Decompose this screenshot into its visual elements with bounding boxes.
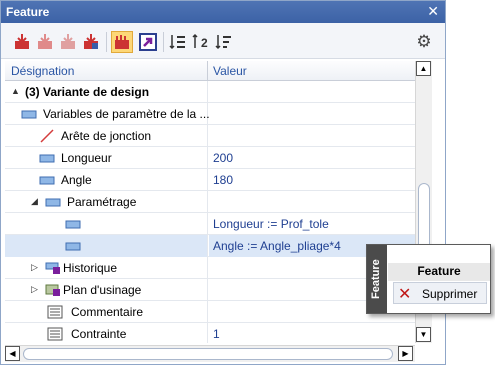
row-label: (3) Variante de design	[25, 85, 150, 99]
row-label: Paramétrage	[67, 195, 137, 209]
grid-row-arete[interactable]: Arête de jonction	[5, 125, 417, 147]
parameter-icon	[45, 198, 61, 207]
row-value[interactable]: 200	[213, 151, 233, 165]
grid-header: Désignation Valeur	[5, 61, 417, 81]
machining-plan-icon	[45, 284, 60, 296]
parameter-icon	[39, 176, 55, 185]
arrow-link-icon[interactable]	[137, 31, 159, 53]
settings-gear-icon[interactable]: ⚙	[413, 31, 435, 53]
parameter-icon	[39, 154, 55, 163]
expand-arrow-icon[interactable]: ▷	[31, 262, 41, 272]
grid-row-formula-longueur[interactable]: Longueur := Prof_tole	[5, 213, 417, 235]
feature-tool-1-icon[interactable]	[11, 31, 33, 53]
expand-arrow-icon[interactable]: ▷	[31, 284, 41, 294]
row-label: Commentaire	[71, 305, 144, 319]
scroll-right-button[interactable]: ▶	[398, 346, 413, 361]
sort-list-icon[interactable]	[213, 31, 235, 53]
close-icon[interactable]: ✕	[427, 3, 439, 20]
delete-x-icon: ✕	[398, 286, 412, 303]
grid-row-angle[interactable]: Angle 180	[5, 169, 417, 191]
horizontal-scrollbar[interactable]: ◀ ▶	[5, 345, 415, 362]
scroll-down-button[interactable]: ▼	[416, 327, 431, 342]
row-value[interactable]: Angle := Angle_pliage*4	[213, 239, 341, 253]
parameter-icon	[21, 110, 37, 119]
grid-row-variante[interactable]: ▲ (3) Variante de design	[5, 81, 417, 103]
column-header-designation[interactable]: Désignation	[11, 64, 74, 78]
grid-row-contrainte[interactable]: Contrainte 1	[5, 323, 417, 343]
horizontal-scroll-thumb[interactable]	[23, 348, 393, 360]
grid-row-formula-angle[interactable]: Angle := Angle_pliage*4	[5, 235, 417, 257]
toolbar: 2 ⚙	[1, 23, 445, 59]
constraint-icon	[47, 327, 63, 341]
sort-descending-icon[interactable]: 2	[190, 31, 212, 53]
row-label: Arête de jonction	[61, 129, 152, 143]
parameter-icon	[65, 220, 81, 229]
grid-row-variables[interactable]: Variables de paramètre de la ...	[5, 103, 417, 125]
popup-header: Feature	[388, 263, 490, 281]
popup-side-label: Feature	[367, 245, 387, 313]
column-header-valeur[interactable]: Valeur	[213, 64, 247, 78]
row-value[interactable]: 180	[213, 173, 233, 187]
sort-ascending-icon[interactable]	[167, 31, 189, 53]
expand-arrow-icon[interactable]: ▲	[11, 86, 21, 96]
row-label: Plan d'usinage	[63, 283, 142, 297]
grid-row-plan-usinage[interactable]: ▷ Plan d'usinage	[5, 279, 417, 301]
toolbar-separator	[163, 32, 164, 52]
delete-button[interactable]: ✕ Supprimer	[393, 282, 487, 304]
parameter-icon	[65, 242, 81, 251]
feature-active-tool-icon[interactable]	[111, 31, 133, 53]
panel-title: Feature	[6, 5, 50, 19]
row-label: Contrainte	[71, 327, 127, 341]
svg-text:2: 2	[201, 36, 208, 50]
feature-tool-4-icon[interactable]	[80, 31, 102, 53]
row-value[interactable]: Longueur := Prof_tole	[213, 217, 329, 231]
history-icon	[45, 262, 60, 274]
feature-tool-2-icon[interactable]	[34, 31, 56, 53]
row-label: Historique	[63, 261, 118, 275]
row-label: Variables de paramètre de la ...	[43, 107, 210, 121]
scroll-left-button[interactable]: ◀	[5, 346, 20, 361]
property-grid: Désignation Valeur ▲ (3) Variante de des…	[5, 61, 417, 343]
toolbar-separator	[106, 32, 107, 52]
grid-row-commentaire[interactable]: Commentaire	[5, 301, 417, 323]
row-label: Longueur	[61, 151, 112, 165]
context-popup: Feature Feature ✕ Supprimer	[366, 244, 491, 314]
row-value[interactable]: 1	[213, 327, 220, 341]
grid-row-historique[interactable]: ▷ Historique	[5, 257, 417, 279]
delete-label: Supprimer	[422, 287, 478, 301]
grid-row-longueur[interactable]: Longueur 200	[5, 147, 417, 169]
comment-icon	[47, 305, 63, 319]
scroll-up-button[interactable]: ▲	[416, 61, 431, 76]
row-label: Angle	[61, 173, 92, 187]
panel-titlebar: Feature ✕	[1, 1, 445, 23]
column-separator	[207, 61, 208, 81]
grid-row-parametrage[interactable]: ◢ Paramétrage	[5, 191, 417, 213]
feature-tool-3-icon[interactable]	[57, 31, 79, 53]
edge-line-icon	[40, 129, 54, 143]
expand-arrow-icon[interactable]: ◢	[31, 196, 41, 206]
